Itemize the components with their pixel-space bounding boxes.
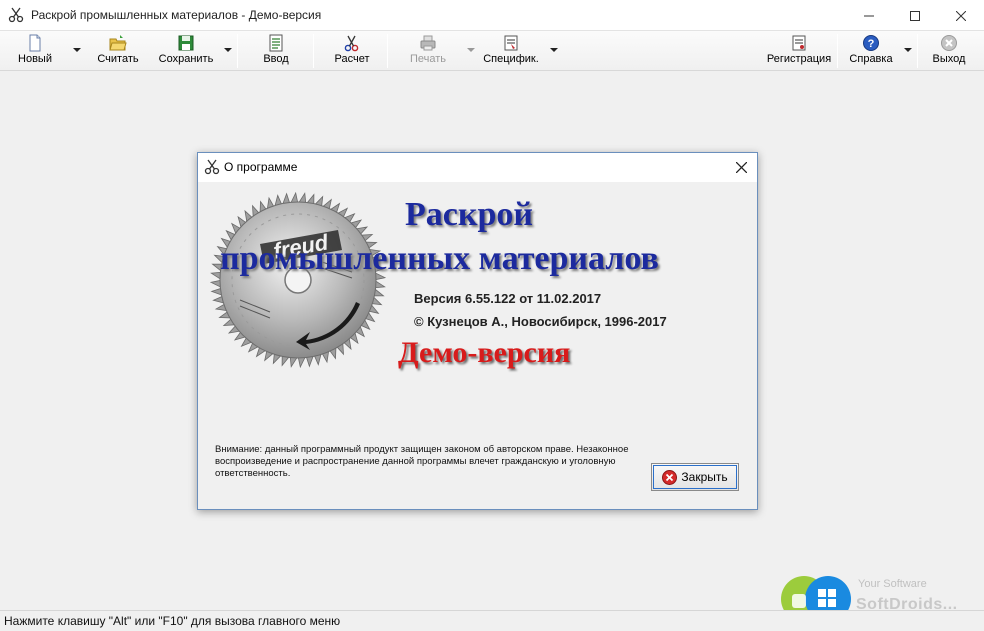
scissors-icon: [204, 159, 220, 175]
window-title: Раскрой промышленных материалов - Демо-в…: [31, 8, 322, 22]
toolbar-separator: [237, 34, 238, 68]
scissors-icon: [8, 7, 24, 23]
help-label: Справка: [849, 53, 893, 65]
copyright-notice: Внимание: данный программный продукт защ…: [215, 444, 629, 479]
save-disk-icon: [178, 35, 194, 51]
spec-label: Специфик.: [483, 53, 539, 65]
scissors-icon: [344, 35, 359, 52]
register-button[interactable]: Регистрация: [764, 33, 834, 69]
save-label: Сохранить: [158, 53, 214, 65]
minimize-icon: [864, 15, 874, 16]
register-label: Регистрация: [766, 53, 832, 65]
help-icon: ?: [863, 35, 879, 51]
product-heading-line2: промышленных материалов: [220, 240, 659, 277]
version-text: Версия 6.55.122 от 11.02.2017: [414, 291, 602, 306]
toolbar-separator: [837, 34, 838, 68]
calc-button[interactable]: Расчет: [330, 33, 374, 69]
about-dialog: О программе freud Раскрой промышленных м…: [197, 152, 758, 510]
new-document-icon: [29, 34, 41, 52]
open-button[interactable]: Считать: [92, 33, 144, 69]
close-dialog-label: Закрыть: [681, 470, 728, 484]
new-label: Новый: [18, 53, 52, 65]
open-folder-icon: [109, 35, 127, 51]
window-close-button[interactable]: [938, 0, 984, 31]
dialog-body: freud Раскрой промышленных материалов Ве…: [198, 182, 757, 509]
help-button[interactable]: ? Справка: [846, 33, 896, 69]
register-icon: [792, 35, 806, 51]
input-table-icon: [269, 34, 283, 52]
exit-label: Выход: [932, 53, 966, 65]
print-label: Печать: [409, 53, 447, 65]
minimize-button[interactable]: [846, 0, 892, 31]
maximize-icon: [910, 10, 920, 21]
saw-blade-image: freud: [210, 192, 386, 368]
exit-icon: [941, 35, 957, 51]
demo-version-label: Демо-версия: [398, 336, 571, 369]
dialog-titlebar: О программе: [198, 153, 757, 182]
close-dialog-button[interactable]: Закрыть: [651, 463, 739, 491]
maximize-button[interactable]: [892, 0, 938, 31]
save-button[interactable]: Сохранить: [154, 33, 218, 69]
svg-text:?: ?: [868, 38, 875, 50]
calc-label: Расчет: [334, 53, 370, 65]
copyright-text: © Кузнецов А., Новосибирск, 1996-2017: [414, 314, 667, 329]
input-label: Ввод: [263, 53, 289, 65]
statusbar: Нажмите клавишу "Alt" или "F10" для вызо…: [0, 610, 984, 631]
window-titlebar: Раскрой промышленных материалов - Демо-в…: [0, 0, 984, 31]
status-text: Нажмите клавишу "Alt" или "F10" для вызо…: [4, 614, 341, 628]
watermark-line1: Your Software: [858, 578, 927, 590]
input-button[interactable]: Ввод: [256, 33, 296, 69]
save-dropdown-arrow[interactable]: [223, 45, 233, 55]
help-dropdown-arrow[interactable]: [903, 45, 913, 55]
open-label: Считать: [97, 53, 139, 65]
toolbar: Новый Считать Сохранить Ввод Расчет Печа…: [0, 31, 984, 71]
printer-icon: [420, 35, 436, 51]
close-circle-icon: [662, 469, 678, 485]
spec-dropdown-arrow[interactable]: [549, 45, 559, 55]
product-heading-line1: Раскрой: [405, 196, 533, 233]
toolbar-separator: [387, 34, 388, 68]
dialog-title: О программе: [224, 160, 298, 174]
spec-button[interactable]: Специфик.: [480, 33, 542, 69]
toolbar-separator: [917, 34, 918, 68]
print-dropdown-arrow[interactable]: [466, 45, 476, 55]
dialog-close-button[interactable]: [730, 156, 752, 178]
new-dropdown-arrow[interactable]: [72, 45, 82, 55]
specification-icon: [504, 35, 518, 51]
close-icon: [956, 10, 966, 21]
print-button[interactable]: Печать: [405, 33, 451, 69]
exit-button[interactable]: Выход: [928, 33, 970, 69]
new-button[interactable]: Новый: [12, 33, 58, 69]
close-icon: [735, 161, 747, 173]
toolbar-separator: [313, 34, 314, 68]
